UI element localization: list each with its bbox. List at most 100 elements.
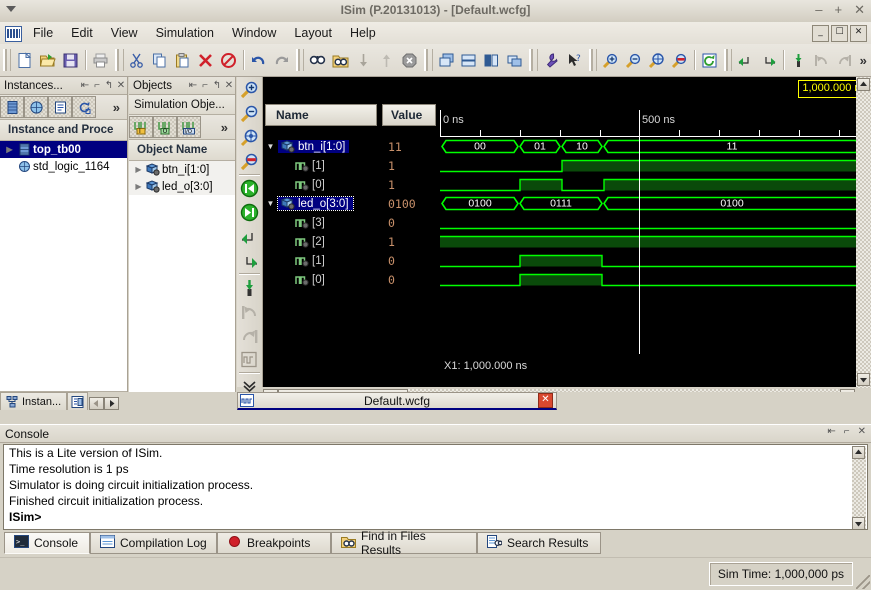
refresh-icon[interactable] (72, 96, 96, 118)
instances-tree[interactable]: ▶ top_tb00 std_logic_1164 (0, 141, 127, 391)
go-to-start-icon[interactable] (237, 176, 262, 200)
waveform-signal-row[interactable]: [0] (263, 175, 379, 194)
console-dock-float-button[interactable]: ⌐ (844, 426, 850, 437)
run-forward-icon[interactable] (757, 48, 780, 73)
objects-dock-left-button[interactable]: ⇤ (187, 80, 199, 91)
add-marker-icon[interactable] (237, 275, 262, 299)
toolbar-grip-2[interactable] (115, 49, 124, 71)
next-marker-icon[interactable] (237, 323, 262, 347)
expand-arrow-icon[interactable]: ▶ (132, 165, 145, 174)
restart-icon[interactable] (698, 48, 721, 73)
dock-tabs-scroll-right[interactable] (104, 397, 120, 410)
instances-auto-hide-button[interactable]: ↰ (103, 80, 115, 91)
mdi-minimize-button[interactable]: _ (812, 25, 829, 42)
console-scroll-up-button[interactable] (852, 446, 865, 459)
window-minimize-button[interactable]: – (815, 3, 822, 17)
toolbar-grip-4[interactable] (424, 49, 433, 71)
waveform-vscrollbar[interactable] (856, 77, 871, 388)
waveform-signal-row[interactable]: ▼ btn_i[1:0] (263, 137, 379, 156)
resize-grip[interactable] (856, 575, 870, 589)
bottom-tab-compilation-log[interactable]: Compilation Log (90, 532, 217, 554)
console-close-button[interactable]: ✕ (858, 426, 866, 437)
console-vscrollbar[interactable] (852, 446, 866, 529)
filter-output-signals-icon[interactable]: O (153, 116, 177, 138)
window-maximize-button[interactable]: + (835, 3, 843, 17)
instance-tree-item[interactable]: std_logic_1164 (0, 158, 127, 175)
instances-toolbar-overflow[interactable]: » (109, 100, 124, 115)
object-list-item[interactable]: ▶ led_o[3:0] (129, 178, 235, 195)
next-transition-icon[interactable] (237, 248, 262, 272)
menu-item-file[interactable]: File (24, 24, 62, 42)
redo-icon[interactable] (270, 48, 293, 73)
open-file-icon[interactable] (36, 48, 59, 73)
zoom-out-icon[interactable] (622, 48, 645, 73)
save-icon[interactable] (59, 48, 82, 73)
cascade-windows-icon[interactable] (435, 48, 458, 73)
snap-to-transition-icon[interactable] (237, 347, 262, 371)
bottom-tab-console[interactable]: >_ Console (4, 532, 90, 554)
toolbar-grip-3[interactable] (296, 49, 305, 71)
find-icon[interactable] (306, 48, 329, 73)
bottom-tab-find-in-files-results[interactable]: Find in Files Results (331, 529, 477, 557)
new-file-icon[interactable] (13, 48, 36, 73)
objects-dock-float-button[interactable]: ⌐ (199, 80, 211, 91)
window-close-button[interactable]: ✕ (854, 3, 865, 17)
previous-marker-icon[interactable] (810, 48, 833, 73)
filter-input-signals-icon[interactable]: I (129, 116, 153, 138)
waveform-signal-row[interactable]: [1] (263, 156, 379, 175)
preferences-icon[interactable] (540, 48, 563, 73)
bottom-tab-breakpoints[interactable]: Breakpoints (217, 532, 331, 554)
tile-vertically-icon[interactable] (480, 48, 503, 73)
mdi-restore-button[interactable]: ☐ (831, 25, 848, 42)
instance-tree-item[interactable]: ▶ top_tb00 (0, 141, 127, 158)
objects-close-button[interactable]: ✕ (223, 80, 235, 91)
menu-item-view[interactable]: View (102, 24, 147, 42)
find-next-icon[interactable] (352, 48, 375, 73)
menu-item-help[interactable]: Help (341, 24, 385, 42)
dock-tabs-scroll-left[interactable] (89, 397, 105, 410)
document-tab-close-button[interactable]: ✕ (538, 393, 553, 408)
waveform-signal-name-list[interactable]: ▼ btn_i[1:0] [1] [0] ▼ led_o[3:0] [3] [2] [1] [0] (263, 137, 379, 289)
filter-inout-signals-icon[interactable]: I/O (177, 116, 201, 138)
zoom-to-cursor-icon[interactable] (237, 149, 262, 173)
cut-icon[interactable] (126, 48, 149, 73)
menu-item-simulation[interactable]: Simulation (147, 24, 223, 42)
dock-tab-memory[interactable] (67, 392, 89, 410)
find-previous-icon[interactable] (375, 48, 398, 73)
zoom-in-icon[interactable] (237, 77, 262, 101)
zoom-in-icon[interactable] (599, 48, 622, 73)
objects-toolbar-overflow[interactable]: » (217, 120, 232, 135)
console-dock-left-button[interactable]: ⇤ (827, 426, 835, 437)
mdi-close-button[interactable]: ✕ (850, 25, 867, 42)
instances-close-button[interactable]: ✕ (115, 80, 127, 91)
zoom-to-full-view-icon[interactable] (237, 125, 262, 149)
go-to-end-icon[interactable] (237, 200, 262, 224)
toolbar-grip-7[interactable] (723, 49, 733, 71)
document-tab-default-wcfg[interactable]: Default.wcfg ✕ (237, 392, 557, 410)
cancel-icon[interactable] (217, 48, 240, 73)
expand-arrow-icon[interactable]: ▶ (3, 145, 16, 154)
zoom-to-full-view-icon[interactable] (645, 48, 668, 73)
zoom-out-icon[interactable] (237, 101, 262, 125)
instance-filter-icon[interactable] (0, 96, 24, 118)
undo-icon[interactable] (247, 48, 270, 73)
menu-item-layout[interactable]: Layout (285, 24, 341, 42)
waveform-signal-row[interactable]: [3] (263, 213, 379, 232)
expand-arrow-icon[interactable]: ▼ (263, 199, 278, 208)
toolbar-grip-5[interactable] (529, 49, 538, 71)
previous-marker-icon[interactable] (237, 299, 262, 323)
expand-arrow-icon[interactable]: ▼ (263, 142, 278, 151)
tile-horizontally-icon[interactable] (457, 48, 480, 73)
expand-arrow-icon[interactable]: ▶ (132, 182, 145, 191)
stop-icon[interactable] (398, 48, 421, 73)
arrange-windows-icon[interactable] (503, 48, 526, 73)
console-scroll-down-button[interactable] (852, 517, 865, 529)
context-help-icon[interactable]: ? (563, 48, 586, 73)
next-marker-icon[interactable] (833, 48, 856, 73)
add-marker-icon[interactable] (787, 48, 810, 73)
waveform-signal-row[interactable]: [1] (263, 251, 379, 270)
menu-item-edit[interactable]: Edit (62, 24, 102, 42)
dock-tab-instances[interactable]: Instan... (0, 392, 68, 410)
toolbar-grip[interactable] (3, 49, 12, 71)
copy-icon[interactable] (148, 48, 171, 73)
